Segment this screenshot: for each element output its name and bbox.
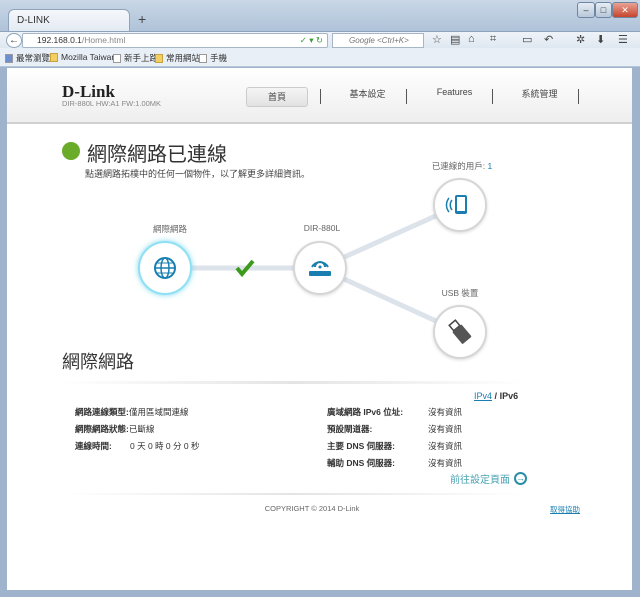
bookmark-item[interactable]: Mozilla Taiwan [50, 52, 116, 62]
bookmark-star-icon[interactable]: ☆ [432, 33, 442, 46]
info-value: 沒有資訊 [428, 407, 463, 417]
chat-icon[interactable]: ▭ [522, 33, 532, 46]
info-label: 輔助 DNS 伺服器: [327, 458, 396, 468]
search-input[interactable]: Google <Ctrl+K> [332, 33, 424, 48]
minimize-button[interactable]: – [577, 2, 595, 18]
router-label: DIR-880L [303, 223, 341, 233]
page-icon [113, 53, 121, 63]
bookmark-label: 手機 [210, 53, 228, 63]
arrow-right-circle-icon: → [514, 472, 527, 485]
divider [62, 381, 527, 384]
bookmark-item[interactable]: 手機 [199, 52, 227, 64]
info-label: 連線時間: [75, 441, 112, 451]
ipv6-tab[interactable]: IPv6 [500, 391, 519, 401]
navigation-toolbar: ← 192.168.0.1/Home.html ✓ ▾ ↻ Google <Ct… [0, 31, 640, 48]
info-value: 0 天 0 時 0 分 0 秒 [130, 441, 200, 451]
bookmark-label: 最常瀏覽 [16, 53, 51, 63]
clients-count: 1 [487, 161, 493, 171]
usb-drive-icon [448, 319, 472, 344]
divider [62, 493, 527, 495]
tablet-icon [445, 195, 467, 214]
bookmark-item[interactable]: 常用網站 [155, 52, 200, 64]
info-value: 僅用區域間連線 [129, 407, 189, 417]
goto-settings-text: 前往設定頁面 [450, 475, 510, 486]
url-host: 192.168.0.1 [37, 35, 82, 45]
window-titlebar: D-LINK + – □ ✕ [0, 0, 640, 33]
info-label: 網際網路狀態: [75, 424, 129, 434]
reload-icon[interactable]: ✓ ▾ ↻ [300, 34, 323, 47]
info-label: 主要 DNS 伺服器: [327, 441, 396, 451]
bookmark-item[interactable]: 新手上路 [113, 52, 158, 64]
folder-icon [50, 52, 58, 62]
globe-icon [154, 257, 176, 279]
url-path: /Home.html [81, 35, 126, 45]
router-icon [309, 261, 331, 276]
copyright: COPYRIGHT © 2014 D-Link [264, 504, 360, 513]
clients-node[interactable] [433, 178, 487, 232]
undo-icon[interactable]: ↶ [544, 33, 553, 46]
crop-icon[interactable]: ⌗ [490, 33, 496, 46]
usb-node[interactable] [433, 305, 487, 359]
download-icon[interactable]: ⬇ [596, 33, 605, 46]
goto-settings-link[interactable]: 前往設定頁面 → [450, 471, 527, 486]
internet-node[interactable] [138, 241, 192, 295]
info-value: 已斷線 [129, 424, 155, 434]
menu-icon[interactable]: ☰ [618, 33, 628, 46]
page-icon [199, 53, 207, 63]
usb-label: USB 裝置 [441, 288, 479, 298]
ip-version-toggle: IPv4 / IPv6 [474, 391, 518, 401]
addon-icon[interactable]: ✲ [576, 33, 585, 46]
url-bar[interactable]: 192.168.0.1/Home.html ✓ ▾ ↻ [22, 33, 328, 48]
back-button[interactable]: ← [6, 33, 22, 48]
router-node[interactable] [293, 241, 347, 295]
bookmark-label: Mozilla Taiwan [61, 52, 117, 62]
bookmarks-list-icon[interactable]: ▤ [450, 33, 460, 46]
topology-links [165, 202, 462, 335]
new-tab-button[interactable]: + [138, 11, 146, 27]
maximize-button[interactable]: □ [595, 2, 612, 18]
bookmark-label: 常用網站 [166, 53, 201, 63]
bookmark-item[interactable]: 最常瀏覽 [5, 52, 50, 64]
info-value: 沒有資訊 [428, 458, 463, 468]
bookmarks-bar: 最常瀏覽 Mozilla Taiwan 新手上路 常用網站 手機 [0, 48, 640, 67]
help-link[interactable]: 取得協助 [550, 504, 580, 515]
folder-icon [155, 53, 163, 63]
internet-label: 網際網路 [152, 224, 187, 234]
clients-label-text: 已連線的用戶: [431, 161, 486, 171]
clients-label: 已連線的用戶: 1 [412, 160, 512, 172]
home-icon[interactable]: ⌂ [468, 33, 475, 45]
page-content: D-Link DIR-880L HW:A1 FW:1.00MK 首頁 基本設定 … [7, 68, 632, 590]
section-title: 網際網路 [62, 352, 134, 372]
info-label: 網路連線類型: [75, 407, 129, 417]
browser-tab[interactable]: D-LINK [8, 9, 130, 33]
ip-separator: / [494, 391, 498, 401]
info-label: 廣域網路 IPv6 位址: [327, 407, 404, 417]
info-label: 預設閘道器: [327, 424, 373, 434]
bookmark-label: 新手上路 [124, 53, 159, 63]
close-button[interactable]: ✕ [612, 2, 638, 18]
info-value: 沒有資訊 [428, 441, 463, 451]
info-value: 沒有資訊 [428, 424, 463, 434]
ipv4-tab[interactable]: IPv4 [474, 391, 492, 401]
